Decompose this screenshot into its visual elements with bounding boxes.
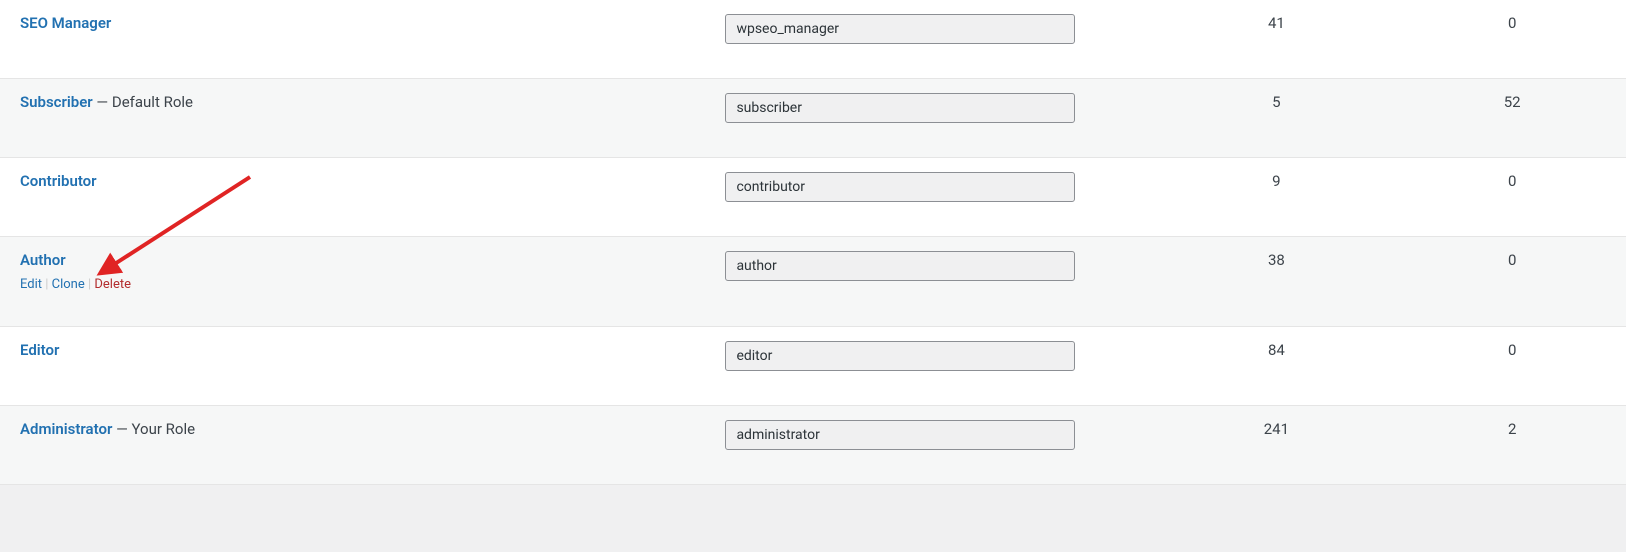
role-name-link[interactable]: Contributor — [20, 172, 97, 190]
table-row: Author Edit | Clone | Delete 38 0 — [0, 237, 1626, 327]
role-slug-input[interactable] — [725, 251, 1075, 281]
count-2: 52 — [1504, 93, 1521, 111]
count-2: 0 — [1508, 14, 1516, 32]
count-1: 5 — [1272, 93, 1280, 111]
role-name-link[interactable]: SEO Manager — [20, 14, 111, 32]
role-suffix: — Your Role — [112, 420, 195, 438]
separator: | — [42, 277, 52, 292]
role-slug-input[interactable] — [725, 341, 1075, 371]
delete-link[interactable]: Delete — [94, 277, 131, 292]
clone-link[interactable]: Clone — [52, 277, 85, 292]
role-name-link[interactable]: Administrator — [20, 420, 112, 438]
row-actions: Edit | Clone | Delete — [20, 277, 705, 292]
role-slug-input[interactable] — [725, 93, 1075, 123]
count-2: 0 — [1508, 172, 1516, 190]
separator: | — [85, 277, 95, 292]
table-row: Contributor 9 0 — [0, 158, 1626, 237]
role-name-link[interactable]: Author — [20, 251, 66, 269]
count-1: 9 — [1272, 172, 1280, 190]
role-slug-input[interactable] — [725, 420, 1075, 450]
role-slug-input[interactable] — [725, 14, 1075, 44]
count-1: 84 — [1268, 341, 1285, 359]
count-1: 38 — [1268, 251, 1285, 269]
count-2: 0 — [1508, 341, 1516, 359]
count-1: 41 — [1268, 14, 1285, 32]
role-name-link[interactable]: Editor — [20, 341, 59, 359]
count-2: 0 — [1508, 251, 1516, 269]
count-1: 241 — [1264, 420, 1289, 438]
role-suffix: — Default Role — [93, 93, 193, 111]
role-slug-input[interactable] — [725, 172, 1075, 202]
table-row: Subscriber — Default Role 5 52 — [0, 79, 1626, 158]
count-2: 2 — [1508, 420, 1516, 438]
roles-table: SEO Manager 41 0 Subscriber — Default Role 5… — [0, 0, 1626, 485]
table-row: Editor 84 0 — [0, 327, 1626, 406]
table-row: Administrator — Your Role 241 2 — [0, 406, 1626, 485]
role-name-link[interactable]: Subscriber — [20, 93, 93, 111]
table-row: SEO Manager 41 0 — [0, 0, 1626, 79]
edit-link[interactable]: Edit — [20, 277, 42, 292]
